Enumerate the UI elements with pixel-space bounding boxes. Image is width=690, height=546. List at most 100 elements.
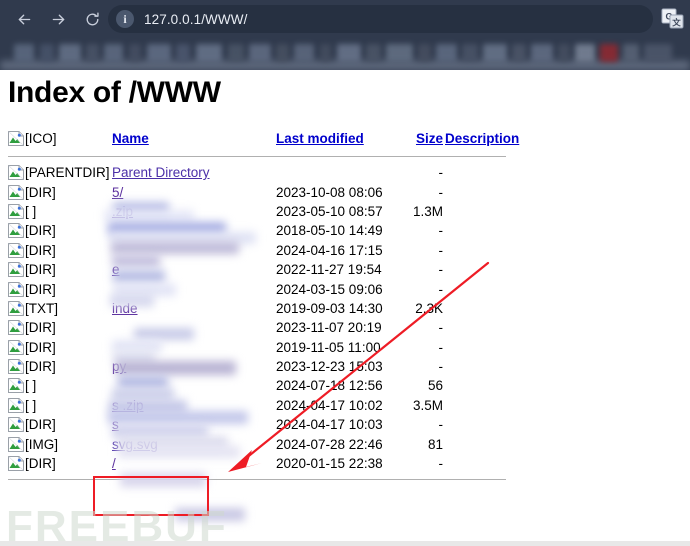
table-row: [DIR] 2023-11-07 20:19 -: [8, 318, 531, 337]
bookmark-chip[interactable]: [129, 44, 141, 62]
row-date-cell: 2023-05-10 08:57: [276, 203, 383, 219]
bookmark-chip[interactable]: [512, 44, 526, 62]
broken-image-icon: [8, 300, 24, 316]
row-size-cell: -: [438, 359, 444, 375]
bookmark-chip[interactable]: [386, 44, 413, 62]
bookmark-chip[interactable]: [40, 44, 54, 62]
table-row: [ ] s .zip 2024-04-17 10:02 3.5M: [8, 396, 531, 415]
file-link[interactable]: /: [112, 456, 116, 471]
broken-image-icon: [8, 223, 24, 239]
bookmark-chip[interactable]: [600, 44, 618, 62]
page-title: Index of /WWW: [8, 76, 221, 109]
row-name-cell: .zip: [112, 202, 276, 221]
row-size-cell: -: [438, 281, 444, 297]
broken-image-icon: [8, 397, 24, 413]
forward-icon[interactable]: [43, 4, 73, 34]
sort-by-name-link[interactable]: Name: [112, 131, 149, 146]
file-link[interactable]: inde: [112, 301, 138, 316]
bookmark-chip[interactable]: [249, 44, 271, 62]
sort-by-size-link[interactable]: Size: [416, 131, 443, 146]
site-info-icon[interactable]: i: [115, 9, 135, 29]
row-date-cell: 2024-07-18 12:56: [276, 378, 383, 394]
bookmark-chip[interactable]: [14, 44, 34, 62]
bookmark-chip[interactable]: [462, 44, 478, 62]
page-content: Index of /WWW [ICO] Name Last modified S…: [0, 70, 690, 546]
row-name-cell: py: [112, 357, 276, 376]
bookmark-chip[interactable]: [196, 44, 222, 62]
row-description-cell: [445, 241, 531, 260]
sort-by-description-link[interactable]: Description: [445, 131, 519, 146]
bookmark-chip[interactable]: [575, 44, 595, 62]
bookmark-chip[interactable]: [623, 44, 639, 62]
reload-icon[interactable]: [77, 4, 107, 34]
row-type-label: [DIR]: [25, 339, 56, 355]
file-link[interactable]: s .zip: [112, 398, 144, 413]
bookmark-chip[interactable]: [366, 44, 381, 62]
file-link[interactable]: Parent Directory: [112, 165, 210, 180]
broken-image-icon: [8, 184, 24, 200]
svg-text:文: 文: [672, 18, 681, 28]
bookmark-chip[interactable]: [176, 44, 190, 62]
bookmark-chip[interactable]: [418, 44, 431, 62]
file-link[interactable]: s: [112, 417, 119, 432]
row-type-label: [DIR]: [25, 262, 56, 278]
bookmark-chip[interactable]: [337, 44, 361, 62]
broken-image-icon: [8, 417, 24, 433]
header-date-cell: Last modified: [276, 128, 407, 152]
broken-image-icon: [8, 456, 24, 472]
bookmark-chip[interactable]: [147, 44, 171, 62]
bookmark-chip[interactable]: [436, 44, 457, 62]
bookmark-chip[interactable]: [86, 44, 99, 62]
browser-chrome: i 127.0.0.1/WWW/ G 文: [0, 0, 690, 70]
row-description-cell: [445, 221, 531, 240]
file-link[interactable]: svg.svg: [112, 437, 158, 452]
sort-by-date-link[interactable]: Last modified: [276, 131, 364, 146]
bookmarks-bar[interactable]: [0, 38, 690, 70]
row-date-cell: 2024-03-15 09:06: [276, 281, 383, 297]
row-description-cell: [445, 318, 531, 337]
back-icon[interactable]: [9, 4, 39, 34]
row-description-cell: [445, 376, 531, 395]
row-date-cell: 2023-12-23 15:03: [276, 359, 383, 375]
row-date-cell: 2024-07-28 22:46: [276, 436, 383, 452]
header-rule-row: [8, 152, 531, 163]
row-name-cell: [112, 279, 276, 298]
row-name-cell: [112, 241, 276, 260]
row-name-cell: [112, 376, 276, 395]
row-size-cell: -: [438, 184, 444, 200]
row-name-cell: s .zip: [112, 396, 276, 415]
file-link[interactable]: 5/: [112, 185, 123, 200]
bookmark-chip[interactable]: [320, 44, 331, 62]
row-type-label: [TXT]: [25, 300, 58, 316]
row-date-cell: 2023-10-08 08:06: [276, 184, 383, 200]
address-bar[interactable]: i 127.0.0.1/WWW/: [108, 5, 653, 33]
bookmark-chip[interactable]: [294, 44, 314, 62]
file-link[interactable]: py: [112, 359, 126, 374]
row-date-cell: 2019-09-03 14:30: [276, 300, 383, 316]
page-bottom-edge: [0, 541, 690, 546]
row-date-cell: 2022-11-27 19:54: [276, 262, 382, 278]
bookmark-chip[interactable]: [228, 44, 244, 62]
file-link[interactable]: .zip: [112, 204, 133, 219]
bookmark-chip[interactable]: [104, 44, 123, 62]
bookmark-chip[interactable]: [644, 44, 672, 62]
translate-icon[interactable]: G 文: [660, 7, 686, 31]
table-row: [DIR] py 2023-12-23 15:03 -: [8, 357, 531, 376]
row-name-cell: svg.svg: [112, 434, 276, 453]
row-date-cell: 2018-05-10 14:49: [276, 223, 383, 239]
row-size-cell: 2.3K: [415, 300, 443, 316]
bookmark-chip[interactable]: [531, 44, 553, 62]
broken-image-icon: [8, 359, 24, 375]
bookmark-chip[interactable]: [558, 44, 570, 62]
row-description-cell: [445, 163, 531, 182]
row-name-cell: Parent Directory: [112, 163, 276, 182]
table-row: [DIR] 2019-11-05 11:00 -: [8, 338, 531, 357]
file-link[interactable]: e: [112, 262, 120, 277]
bookmark-chip[interactable]: [59, 44, 81, 62]
bookmark-chip[interactable]: [276, 44, 289, 62]
footer-rule-cell: [8, 473, 531, 481]
header-ico-label: [ICO]: [25, 131, 57, 146]
row-size-cell: -: [438, 242, 444, 258]
row-icon-cell: [DIR]: [8, 338, 112, 357]
bookmark-chip[interactable]: [483, 44, 507, 62]
